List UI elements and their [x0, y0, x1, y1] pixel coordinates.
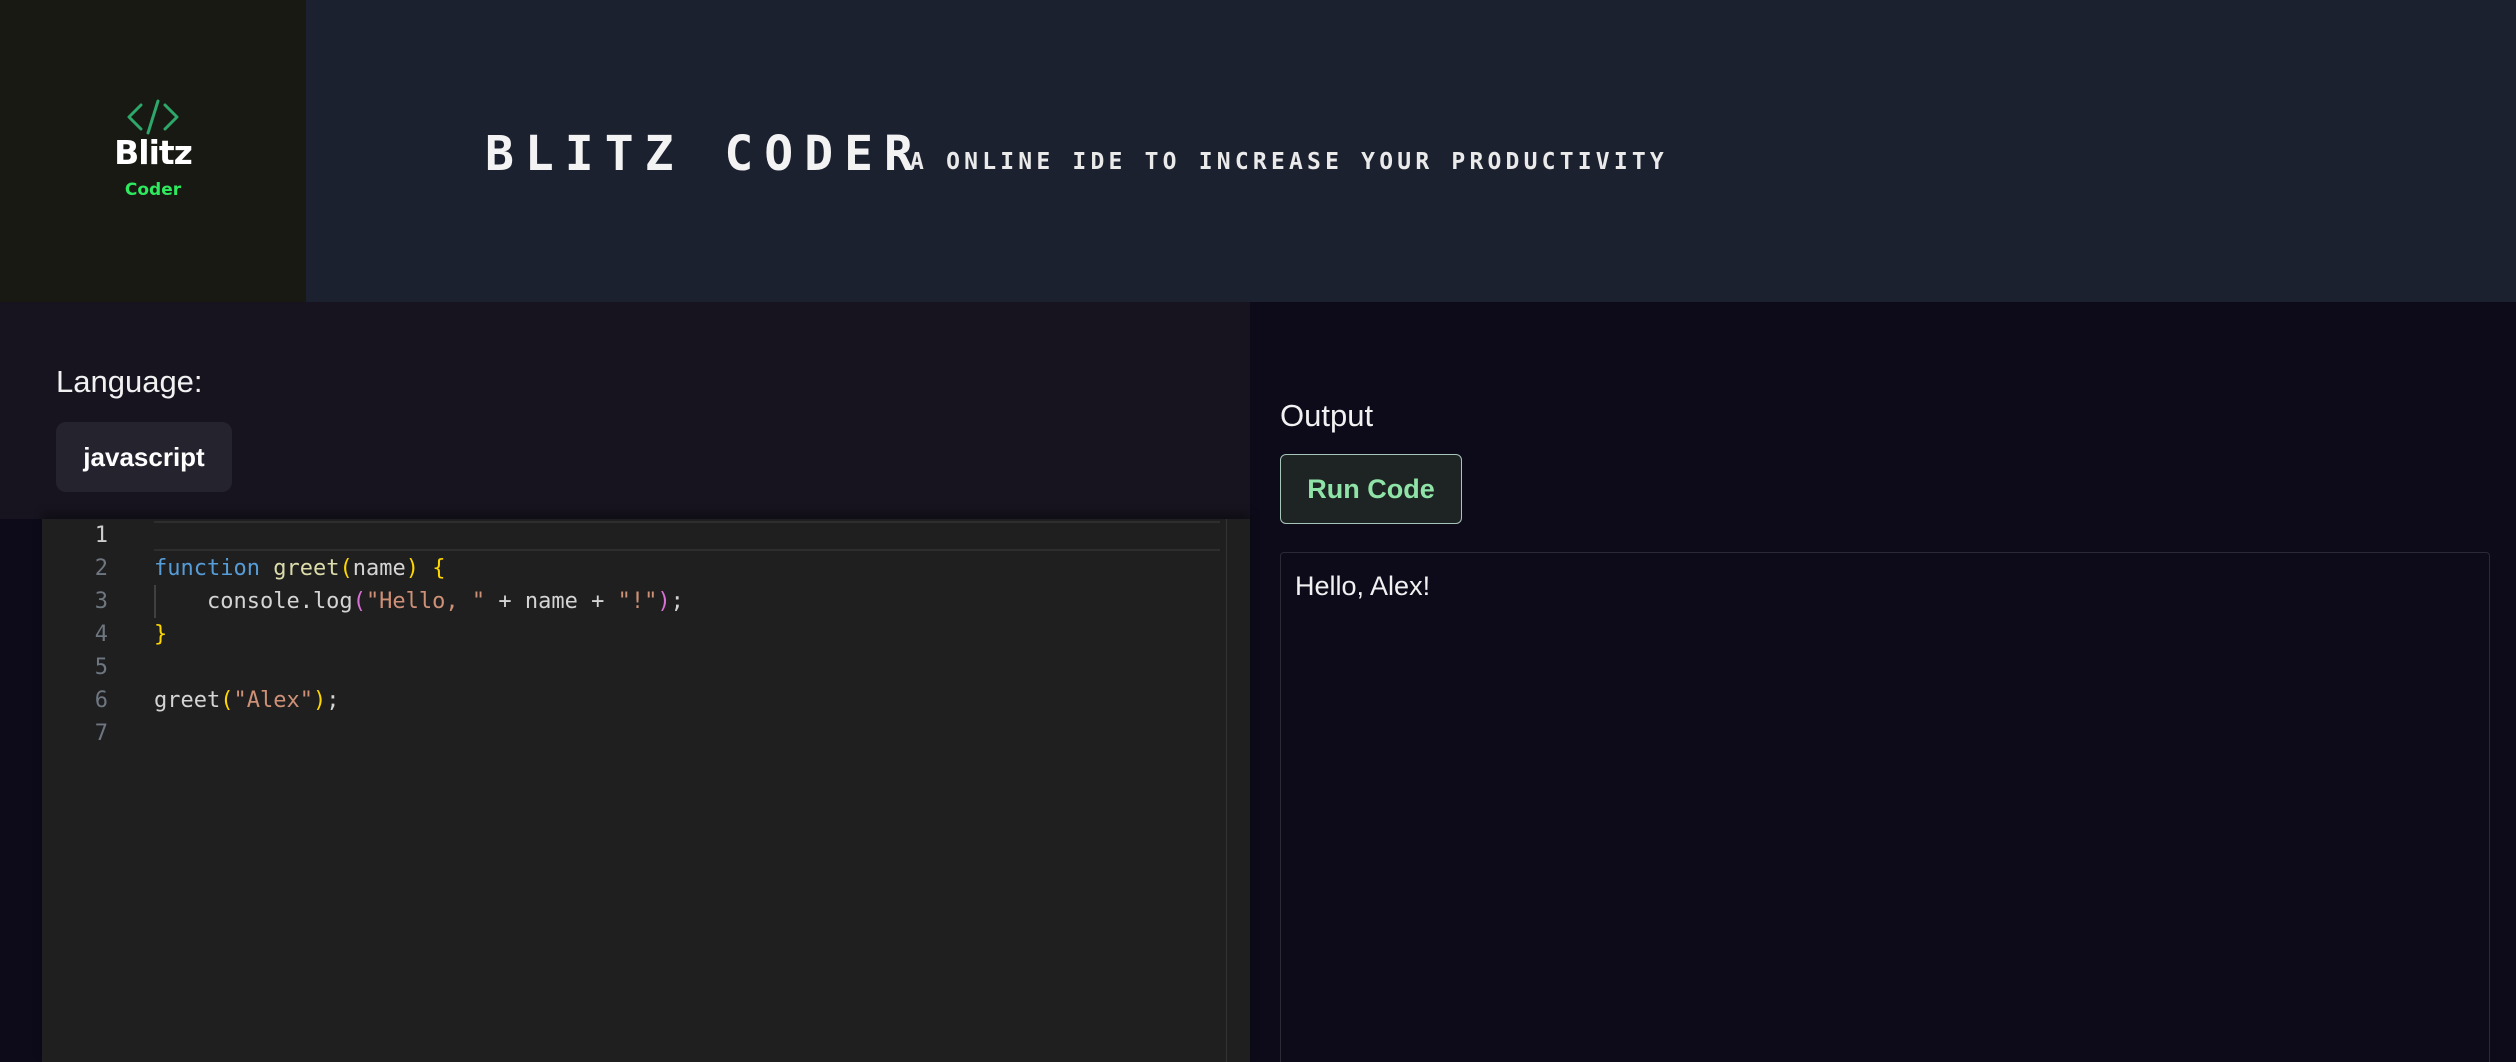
editor-scrollbar[interactable]: [1226, 519, 1250, 1062]
code-token: "Hello, ": [365, 589, 486, 614]
code-token: "Alex": [233, 688, 313, 713]
code-token: + name +: [485, 589, 618, 614]
line-number: 4: [94, 622, 108, 647]
code-token: ): [312, 688, 327, 713]
code-token: greet: [273, 556, 340, 581]
code-brackets-icon: [127, 99, 179, 135]
code-token: ): [657, 589, 671, 614]
code-token: console.log: [154, 589, 353, 614]
line-number: 1: [94, 523, 108, 548]
output-text: Hello, Alex!: [1295, 571, 1431, 601]
code-token: ): [405, 556, 419, 581]
line-number: 3: [94, 589, 108, 614]
line-number: 7: [94, 721, 108, 746]
code-line[interactable]: greet("Alex");: [154, 684, 339, 717]
logo-subtitle: Coder: [124, 180, 182, 200]
logo[interactable]: Blitz Coder: [0, 0, 306, 302]
code-line[interactable]: }: [154, 618, 167, 651]
code-token: greet: [154, 688, 221, 713]
output-console: Hello, Alex!: [1280, 552, 2490, 1062]
code-token: ;: [326, 688, 340, 713]
line-number: 2: [94, 556, 108, 581]
logo-wordmark: Blitz: [114, 133, 193, 172]
language-label: Language:: [56, 364, 203, 399]
output-title: Output: [1280, 398, 1374, 433]
run-code-button[interactable]: Run Code: [1280, 454, 1462, 524]
current-line-highlight: [154, 521, 1220, 551]
code-editor[interactable]: 1234567 function greet(name) { console.l…: [42, 519, 1250, 1062]
app-tagline: A ONLINE IDE TO INCREASE YOUR PRODUCTIVI…: [910, 149, 1668, 175]
code-token: {: [432, 556, 446, 581]
code-token: }: [154, 622, 168, 647]
line-number-gutter: 1 2 3 4 5 6 7: [42, 519, 112, 1062]
code-token: function: [154, 556, 260, 581]
app-title: BLITZ CODER: [485, 126, 924, 182]
line-number: 5: [94, 655, 108, 680]
code-line[interactable]: console.log("Hello, " + name + "!");: [154, 585, 684, 618]
code-token: "!": [617, 589, 658, 614]
language-select[interactable]: javascript: [56, 422, 232, 492]
code-token: (: [352, 589, 366, 614]
code-line[interactable]: function greet(name) {: [154, 552, 445, 585]
code-token: name: [352, 556, 406, 581]
code-token: (: [220, 688, 234, 713]
line-number: 6: [94, 688, 108, 713]
app-header: Blitz Coder BLITZ CODER A ONLINE IDE TO …: [0, 0, 2516, 302]
code-token: ;: [670, 589, 684, 614]
code-token: (: [339, 556, 353, 581]
